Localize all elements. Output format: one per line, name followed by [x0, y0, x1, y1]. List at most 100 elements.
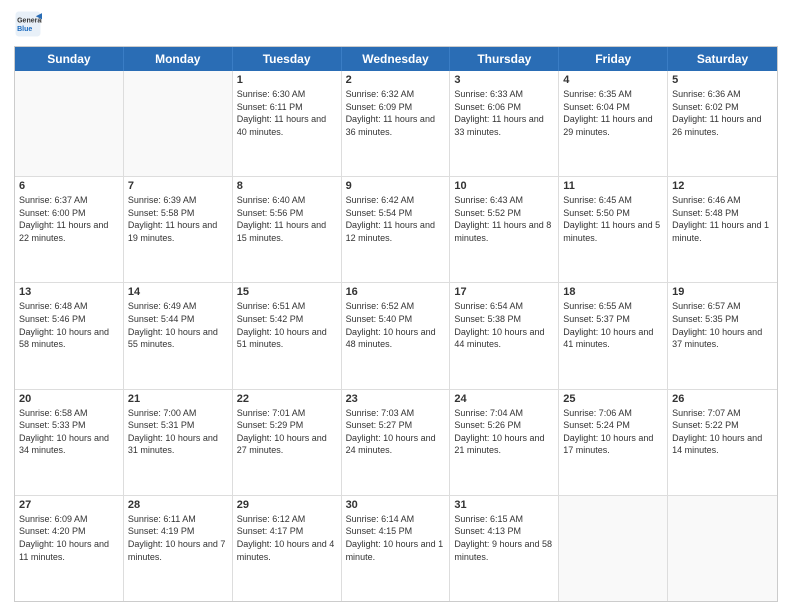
cell-info: Sunrise: 7:00 AMSunset: 5:31 PMDaylight:… — [128, 407, 228, 457]
cell-info: Sunrise: 6:09 AMSunset: 4:20 PMDaylight:… — [19, 513, 119, 563]
cell-info: Sunrise: 7:07 AMSunset: 5:22 PMDaylight:… — [672, 407, 773, 457]
calendar-cell: 13Sunrise: 6:48 AMSunset: 5:46 PMDayligh… — [15, 283, 124, 388]
calendar-row-4: 20 Sunrise: 6:58 AMSunset: 5:33 PMDayligh… — [15, 390, 777, 496]
calendar-cell: 15 Sunrise: 6:51 AMSunset: 5:42 PMDayligh… — [233, 283, 342, 388]
day-number: 12 — [672, 180, 773, 192]
day-number: 8 — [237, 180, 337, 192]
day-number: 28 — [128, 499, 228, 511]
logo: General Blue — [14, 10, 42, 38]
calendar-cell: 11 Sunrise: 6:45 AMSunset: 5:50 PMDayligh… — [559, 177, 668, 282]
cell-info: Sunrise: 7:06 AMSunset: 5:24 PMDaylight:… — [563, 407, 663, 457]
day-number: 31 — [454, 499, 554, 511]
day-number: 21 — [128, 393, 228, 405]
cell-info: Sunrise: 6:32 AMSunset: 6:09 PMDaylight:… — [346, 88, 446, 138]
day-number: 3 — [454, 74, 554, 86]
calendar-row-5: 27Sunrise: 6:09 AMSunset: 4:20 PMDayligh… — [15, 496, 777, 601]
calendar-cell: 22Sunrise: 7:01 AMSunset: 5:29 PMDayligh… — [233, 390, 342, 495]
cell-info: Sunrise: 6:55 AMSunset: 5:37 PMDaylight:… — [563, 300, 663, 350]
cell-info: Sunrise: 6:33 AMSunset: 6:06 PMDaylight:… — [454, 88, 554, 138]
calendar-header: SundayMondayTuesdayWednesdayThursdayFrid… — [15, 47, 777, 71]
day-number: 13 — [19, 286, 119, 298]
header-day-wednesday: Wednesday — [342, 47, 451, 71]
calendar-cell: 2 Sunrise: 6:32 AMSunset: 6:09 PMDaylight… — [342, 71, 451, 176]
calendar-cell: 12 Sunrise: 6:46 AMSunset: 5:48 PMDayligh… — [668, 177, 777, 282]
svg-text:General: General — [17, 17, 42, 24]
calendar-cell: 3 Sunrise: 6:33 AMSunset: 6:06 PMDaylight… — [450, 71, 559, 176]
calendar-cell: 19 Sunrise: 6:57 AMSunset: 5:35 PMDayligh… — [668, 283, 777, 388]
cell-info: Sunrise: 6:11 AMSunset: 4:19 PMDaylight:… — [128, 513, 228, 563]
cell-info: Sunrise: 7:01 AMSunset: 5:29 PMDaylight:… — [237, 407, 337, 457]
day-number: 1 — [237, 74, 337, 86]
day-number: 6 — [19, 180, 119, 192]
day-number: 18 — [563, 286, 663, 298]
calendar-cell — [668, 496, 777, 601]
day-number: 7 — [128, 180, 228, 192]
calendar-cell: 29Sunrise: 6:12 AMSunset: 4:17 PMDayligh… — [233, 496, 342, 601]
cell-info: Sunrise: 6:46 AMSunset: 5:48 PMDaylight:… — [672, 194, 773, 244]
day-number: 4 — [563, 74, 663, 86]
calendar-cell: 6 Sunrise: 6:37 AMSunset: 6:00 PMDaylight… — [15, 177, 124, 282]
cell-info: Sunrise: 6:40 AMSunset: 5:56 PMDaylight:… — [237, 194, 337, 244]
day-number: 30 — [346, 499, 446, 511]
calendar-cell: 17Sunrise: 6:54 AMSunset: 5:38 PMDayligh… — [450, 283, 559, 388]
day-number: 5 — [672, 74, 773, 86]
calendar-cell: 21 Sunrise: 7:00 AMSunset: 5:31 PMDayligh… — [124, 390, 233, 495]
header-day-tuesday: Tuesday — [233, 47, 342, 71]
header-day-saturday: Saturday — [668, 47, 777, 71]
day-number: 17 — [454, 286, 554, 298]
header-day-monday: Monday — [124, 47, 233, 71]
svg-text:Blue: Blue — [17, 26, 32, 33]
cell-info: Sunrise: 6:15 AMSunset: 4:13 PMDaylight:… — [454, 513, 554, 563]
cell-info: Sunrise: 7:04 AMSunset: 5:26 PMDaylight:… — [454, 407, 554, 457]
calendar-cell: 27Sunrise: 6:09 AMSunset: 4:20 PMDayligh… — [15, 496, 124, 601]
cell-info: Sunrise: 6:45 AMSunset: 5:50 PMDaylight:… — [563, 194, 663, 244]
calendar-cell: 8 Sunrise: 6:40 AMSunset: 5:56 PMDaylight… — [233, 177, 342, 282]
cell-info: Sunrise: 6:12 AMSunset: 4:17 PMDaylight:… — [237, 513, 337, 563]
day-number: 11 — [563, 180, 663, 192]
day-number: 25 — [563, 393, 663, 405]
day-number: 15 — [237, 286, 337, 298]
day-number: 2 — [346, 74, 446, 86]
calendar-cell: 10Sunrise: 6:43 AMSunset: 5:52 PMDayligh… — [450, 177, 559, 282]
calendar-cell: 14 Sunrise: 6:49 AMSunset: 5:44 PMDayligh… — [124, 283, 233, 388]
calendar-cell: 31 Sunrise: 6:15 AMSunset: 4:13 PMDayligh… — [450, 496, 559, 601]
calendar-cell: 25 Sunrise: 7:06 AMSunset: 5:24 PMDayligh… — [559, 390, 668, 495]
calendar-row-2: 6 Sunrise: 6:37 AMSunset: 6:00 PMDaylight… — [15, 177, 777, 283]
calendar-cell: 1Sunrise: 6:30 AMSunset: 6:11 PMDaylight… — [233, 71, 342, 176]
calendar-cell — [559, 496, 668, 601]
calendar-cell — [124, 71, 233, 176]
cell-info: Sunrise: 6:52 AMSunset: 5:40 PMDaylight:… — [346, 300, 446, 350]
header-day-sunday: Sunday — [15, 47, 124, 71]
calendar-cell — [15, 71, 124, 176]
calendar-body: 1Sunrise: 6:30 AMSunset: 6:11 PMDaylight… — [15, 71, 777, 601]
day-number: 26 — [672, 393, 773, 405]
cell-info: Sunrise: 6:36 AMSunset: 6:02 PMDaylight:… — [672, 88, 773, 138]
header-day-thursday: Thursday — [450, 47, 559, 71]
day-number: 19 — [672, 286, 773, 298]
cell-info: Sunrise: 6:51 AMSunset: 5:42 PMDaylight:… — [237, 300, 337, 350]
day-number: 23 — [346, 393, 446, 405]
main-container: General Blue SundayMondayTuesdayWednesda… — [0, 0, 792, 612]
calendar: SundayMondayTuesdayWednesdayThursdayFrid… — [14, 46, 778, 602]
day-number: 20 — [19, 393, 119, 405]
cell-info: Sunrise: 6:42 AMSunset: 5:54 PMDaylight:… — [346, 194, 446, 244]
cell-info: Sunrise: 7:03 AMSunset: 5:27 PMDaylight:… — [346, 407, 446, 457]
calendar-cell: 28 Sunrise: 6:11 AMSunset: 4:19 PMDayligh… — [124, 496, 233, 601]
day-number: 24 — [454, 393, 554, 405]
calendar-cell: 26 Sunrise: 7:07 AMSunset: 5:22 PMDayligh… — [668, 390, 777, 495]
cell-info: Sunrise: 6:37 AMSunset: 6:00 PMDaylight:… — [19, 194, 119, 244]
cell-info: Sunrise: 6:57 AMSunset: 5:35 PMDaylight:… — [672, 300, 773, 350]
calendar-cell: 9 Sunrise: 6:42 AMSunset: 5:54 PMDaylight… — [342, 177, 451, 282]
cell-info: Sunrise: 6:58 AMSunset: 5:33 PMDaylight:… — [19, 407, 119, 457]
cell-info: Sunrise: 6:39 AMSunset: 5:58 PMDaylight:… — [128, 194, 228, 244]
cell-info: Sunrise: 6:35 AMSunset: 6:04 PMDaylight:… — [563, 88, 663, 138]
cell-info: Sunrise: 6:14 AMSunset: 4:15 PMDaylight:… — [346, 513, 446, 563]
cell-info: Sunrise: 6:49 AMSunset: 5:44 PMDaylight:… — [128, 300, 228, 350]
day-number: 9 — [346, 180, 446, 192]
calendar-row-3: 13Sunrise: 6:48 AMSunset: 5:46 PMDayligh… — [15, 283, 777, 389]
page-header: General Blue — [14, 10, 778, 38]
calendar-cell: 20 Sunrise: 6:58 AMSunset: 5:33 PMDayligh… — [15, 390, 124, 495]
calendar-cell: 16Sunrise: 6:52 AMSunset: 5:40 PMDayligh… — [342, 283, 451, 388]
calendar-cell: 7 Sunrise: 6:39 AMSunset: 5:58 PMDaylight… — [124, 177, 233, 282]
day-number: 14 — [128, 286, 228, 298]
